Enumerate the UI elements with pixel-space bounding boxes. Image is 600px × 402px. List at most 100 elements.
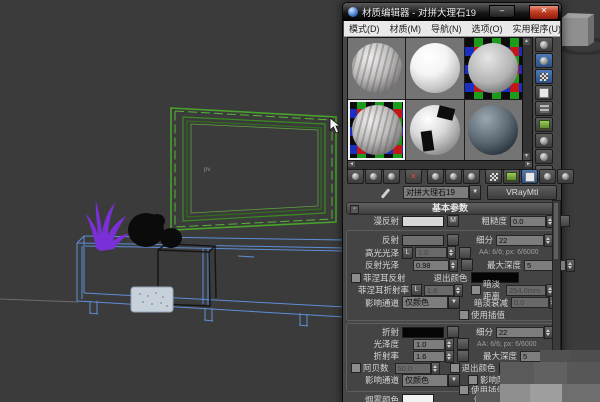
refl-interp-row: 使用插值 [347,309,555,321]
refract-label: 折射 [347,326,399,338]
end-result-icon [506,172,517,181]
scroll-left-icon[interactable]: ◄ [348,161,355,167]
dim-distance-checkbox[interactable] [471,285,481,295]
sample-slot-active-marble[interactable] [348,100,405,161]
put-to-library-button[interactable] [445,169,462,184]
make-unique-button[interactable] [427,169,444,184]
dim-falloff-label: 暗淡衰减 [466,297,508,309]
go-to-sibling-button[interactable] [557,169,574,184]
sample-slot-glossy[interactable] [406,100,463,161]
menu-bar: 模式(D) 材质(M) 导航(N) 选项(O) 实用程序(U) [344,21,560,37]
menu-material[interactable]: 材质(M) [385,22,427,35]
fresnel-checkbox[interactable] [351,273,361,283]
sample-type-button[interactable] [535,37,553,52]
hilight-map-button[interactable] [459,247,471,259]
sample-slot-marble[interactable] [348,38,405,99]
menu-navigation[interactable]: 导航(N) [426,22,467,35]
reset-material-button[interactable]: ✕ [405,169,422,184]
assign-to-selection-button[interactable] [383,169,400,184]
show-end-result-button[interactable] [503,169,520,184]
refl-interp-checkbox[interactable] [459,310,469,320]
slot-vertical-scrollbar[interactable]: ▲ ▼ [522,37,533,161]
refr-gloss-field[interactable]: 1.0 [413,339,445,350]
make-preview-button[interactable] [535,117,553,132]
reflect-map-button[interactable] [447,234,459,246]
fresnel-ior-spinner[interactable] [454,284,463,297]
menu-utilities[interactable]: 实用程序(U) [508,22,567,35]
refract-map-button[interactable] [447,326,459,338]
roughness-field[interactable]: 0.0 [510,216,546,227]
options-button[interactable] [535,133,553,148]
fresnel-ior-row: 菲涅耳折射率 L 1.6 暗淡距离 254.0mm [347,284,555,296]
refr-gloss-map-button[interactable] [457,338,469,350]
abbe-checkbox[interactable] [351,363,361,373]
show-map-in-viewport-button[interactable] [521,169,538,184]
ior-spinner[interactable] [445,350,454,363]
fresnel-ior-label: 菲涅耳折射率 [347,284,409,296]
basic-parameters-rollout[interactable]: - 基本参数 [346,202,554,215]
scroll-right-icon[interactable]: ► [525,161,532,167]
menu-mode[interactable]: 模式(D) [344,22,385,35]
get-material-button[interactable] [347,169,364,184]
fog-color-swatch[interactable] [402,394,434,402]
refl-gloss-label: 反射光泽 [347,259,399,271]
fresnel-ior-lock[interactable]: L [411,284,422,296]
diffuse-color-swatch[interactable] [402,216,444,227]
close-button[interactable]: ✕ [529,5,559,20]
refract-color-swatch[interactable] [402,327,444,338]
material-id-button[interactable] [463,169,480,184]
refl-maxdepth-spinner[interactable] [566,259,575,272]
sample-slot-dark[interactable] [465,100,522,161]
fresnel-ior-field[interactable]: 1.6 [424,285,454,296]
sample-slot-white[interactable] [406,38,463,99]
scroll-down-icon[interactable]: ▼ [523,153,530,160]
dim-distance-field[interactable]: 254.0mm [506,285,546,296]
material-toolbar: ✕ [347,169,557,184]
green-frame-wireframe[interactable] [171,108,336,230]
black-decor-objects[interactable] [128,213,182,248]
go-to-parent-button[interactable] [539,169,556,184]
ior-map-button[interactable] [457,350,469,362]
sample-slot-grid [347,37,523,161]
minimize-button[interactable]: – [489,5,515,18]
refl-gloss-map-button[interactable] [461,259,473,271]
menu-options[interactable]: 选项(O) [467,22,508,35]
abbe-field[interactable]: 50.0 [395,363,431,374]
go-parent-icon [544,173,551,180]
window-titlebar[interactable]: 材质编辑器 - 对拼大理石19 – ✕ [343,3,561,21]
material-class-button[interactable]: VRayMtl [487,185,557,200]
refr-subdivs-field[interactable]: 22 [496,327,544,338]
sample-uv-tiling-button[interactable] [535,85,553,100]
refl-gloss-field[interactable]: 0.98 [413,260,449,271]
sample-slot-gray-checker[interactable] [465,38,522,99]
abbe-label: 阿贝数 [363,362,389,374]
hilight-gloss-spinner[interactable] [447,246,456,259]
refr-exit-checkbox[interactable] [450,363,460,373]
reflect-color-swatch[interactable] [402,235,444,246]
reflect-row: 反射 细分 22 [347,234,555,246]
refl-affect-arrow-icon[interactable]: ▼ [448,296,460,309]
collapse-icon[interactable]: - [350,205,359,214]
basket-object[interactable] [131,287,173,312]
background-button[interactable] [535,69,553,84]
diffuse-map-button[interactable]: M [447,215,459,227]
refl-subdivs-field[interactable]: 22 [496,235,544,246]
show-background-button[interactable] [485,169,502,184]
put-to-scene-button[interactable] [365,169,382,184]
refl-gloss-spinner[interactable] [449,259,458,272]
pick-material-eyedropper[interactable] [381,186,395,199]
refl-affect-dropdown[interactable]: 仅颜色 [402,296,448,309]
reflect-label: 反射 [347,234,399,246]
ior-field[interactable]: 1.6 [413,351,445,362]
hilight-gloss-field[interactable]: 1.0 [415,247,447,258]
video-color-check-button[interactable] [535,101,553,116]
backlight-button[interactable] [535,53,553,68]
scroll-up-icon[interactable]: ▲ [523,38,530,45]
dropdown-arrow-icon[interactable]: ▼ [469,185,482,200]
material-editor-window: 材质编辑器 - 对拼大理石19 – ✕ 模式(D) 材质(M) 导航(N) 选项… [342,2,562,402]
select-by-material-button[interactable] [535,149,553,164]
dim-falloff-field[interactable]: 0.0 [511,297,549,308]
hilight-lock-button[interactable]: L [402,247,413,259]
fresnel-row: 菲涅耳反射 退出颜色 [347,272,555,284]
material-name-dropdown[interactable]: 对拼大理石19 [403,186,469,199]
